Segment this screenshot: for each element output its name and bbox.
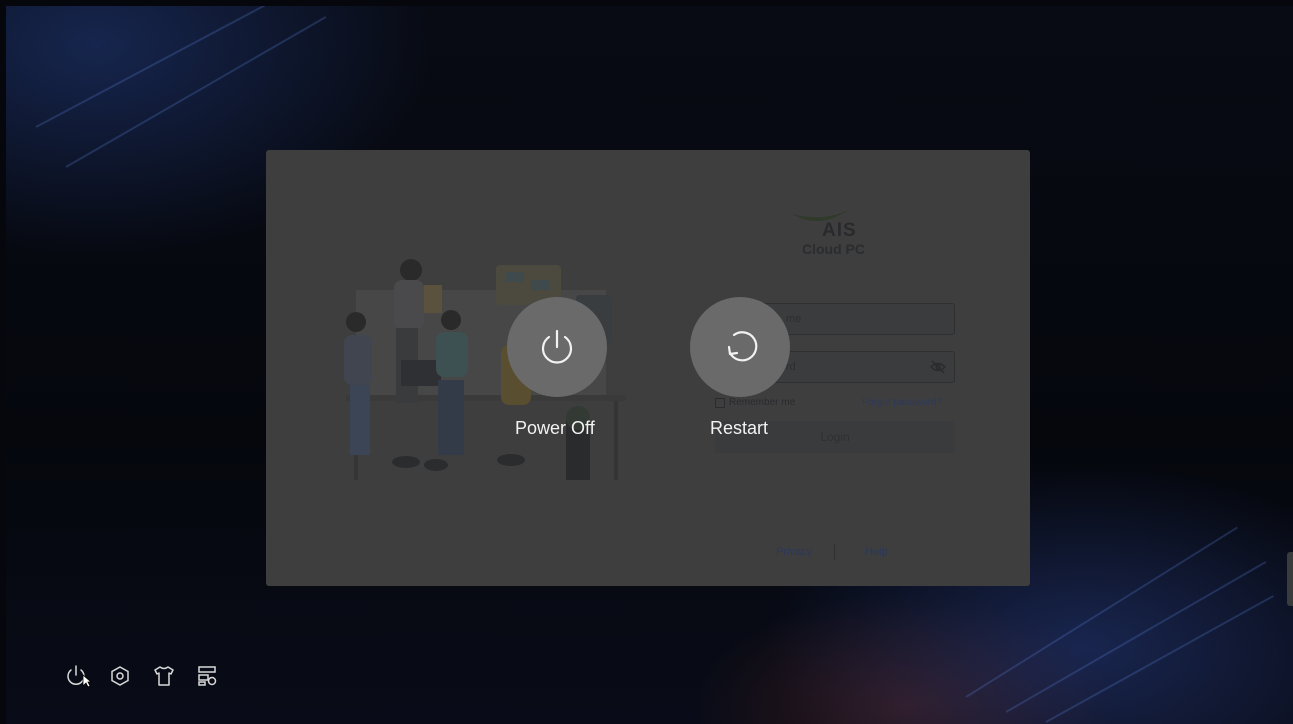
power-off-label[interactable]: Power Off — [515, 418, 595, 439]
remember-me-checkbox[interactable]: Remember me — [715, 397, 795, 408]
password-placeholder: rd — [786, 361, 796, 373]
product-name: Cloud PC — [802, 241, 865, 257]
power-off-button[interactable] — [507, 297, 607, 397]
help-link[interactable]: Help — [865, 546, 888, 558]
restart-button[interactable] — [690, 297, 790, 397]
theme-shirt-icon[interactable] — [152, 664, 176, 688]
background-streak — [35, 6, 267, 128]
ais-cloud-pc-logo: AIS Cloud PC — [790, 208, 880, 263]
footer-separator — [834, 544, 835, 560]
remember-me-label: Remember me — [729, 397, 796, 408]
background-streak — [1005, 561, 1267, 713]
background-streak — [65, 16, 327, 168]
restart-icon — [727, 331, 758, 362]
privacy-link[interactable]: Privacy — [776, 546, 812, 558]
forgot-password-link[interactable]: Forgot password? — [862, 397, 942, 408]
mouse-cursor-icon — [82, 674, 92, 688]
settings-icon[interactable] — [108, 664, 132, 688]
side-panel-handle[interactable] — [1287, 552, 1293, 606]
eye-hidden-icon[interactable] — [930, 360, 946, 374]
network-settings-icon[interactable] — [195, 664, 219, 688]
background-streak — [1045, 595, 1274, 723]
restart-label[interactable]: Restart — [710, 418, 768, 439]
username-placeholder: me — [786, 313, 802, 325]
power-icon — [541, 329, 573, 364]
brand-name: AIS — [822, 220, 857, 241]
checkbox-box[interactable] — [715, 397, 725, 408]
